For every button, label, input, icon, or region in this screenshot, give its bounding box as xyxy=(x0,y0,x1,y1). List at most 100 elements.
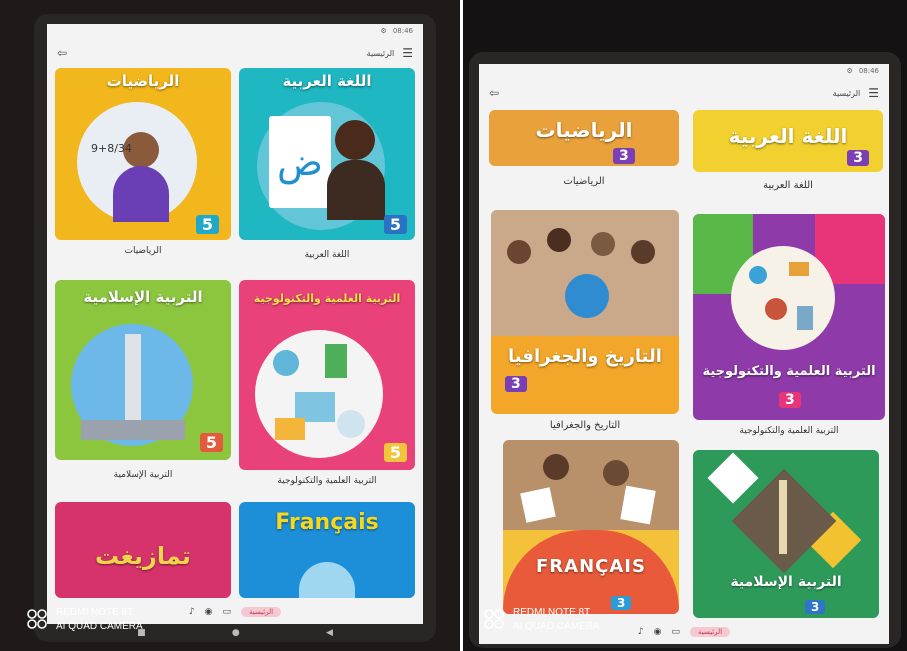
page-title: الرئيسية xyxy=(832,88,861,98)
grade-badge: 5 xyxy=(383,215,407,234)
book-card-arabic[interactable]: اللغة العربية 3 اللغة العربية xyxy=(693,110,883,204)
book-label: التربية العلمية والتكنولوجية xyxy=(277,476,377,486)
watermark-model: REDMI NOTE 8T xyxy=(56,607,134,618)
book-grid: الرياضيات 3 الرياضيات اللغة العربية 3 ال… xyxy=(479,110,889,622)
hamburger-icon[interactable]: ☰ xyxy=(868,86,879,100)
left-photo: ⚙ 08:46 ⇦ الرئيسية ☰ الرياضيات 9+8/34 5 … xyxy=(0,0,460,651)
book-label: التاريخ والجغرافيا xyxy=(549,420,621,431)
nav-home[interactable]: الرئيسية xyxy=(241,607,282,617)
book-label: الرياضيات xyxy=(124,246,162,256)
app-bar: ⇦ الرئيسية ☰ xyxy=(47,38,423,68)
arabic-letter: ض xyxy=(269,116,331,208)
cover-title: اللغة العربية xyxy=(728,124,848,148)
book-label: التربية الإسلامية xyxy=(113,470,173,480)
bell-icon[interactable]: ♪ xyxy=(638,627,644,637)
folder-icon[interactable]: ▭ xyxy=(671,627,680,637)
cover-title: اللغة العربية xyxy=(282,72,372,90)
book-card-french[interactable]: Français xyxy=(239,502,415,598)
book-card-arabic[interactable]: اللغة العربية ض 5 اللغة العربية xyxy=(239,68,415,268)
tablet-frame: ⚙ 08:46 ⇦ الرئيسية ☰ الرياضيات 3 الرياضي… xyxy=(469,52,901,648)
book-cover: اللغة العربية ض 5 xyxy=(239,68,415,240)
cover-illustration: 9+8/34 xyxy=(77,102,197,222)
book-card-tamazight[interactable]: تمازيغت xyxy=(55,502,231,598)
folder-icon[interactable]: ▭ xyxy=(222,607,231,617)
book-grid: الرياضيات 9+8/34 5 الرياضيات اللغة العرب… xyxy=(47,68,423,598)
status-time: 08:46 xyxy=(392,27,413,35)
back-icon[interactable]: ◀ xyxy=(326,628,333,638)
book-label: الرياضيات xyxy=(563,176,605,187)
book-card-math[interactable]: الرياضيات 3 الرياضيات xyxy=(489,110,679,204)
tablet-screen: ⚙ 08:46 ⇦ الرئيسية ☰ الرياضيات 9+8/34 5 … xyxy=(47,24,423,624)
cover-title: التربية العلمية والتكنولوجية xyxy=(253,292,401,305)
tablet-screen: ⚙ 08:46 ⇦ الرئيسية ☰ الرياضيات 3 الرياضي… xyxy=(479,64,889,644)
book-card-science[interactable]: التربية العلمية والتكنولوجية 3 التربية ا… xyxy=(693,214,885,448)
tablet-frame: ⚙ 08:46 ⇦ الرئيسية ☰ الرياضيات 9+8/34 5 … xyxy=(34,14,436,642)
watermark-camera: AI QUAD CAMERA xyxy=(513,621,600,632)
grade-badge: 3 xyxy=(505,376,527,392)
book-cover: التاريخ والجغرافيا 3 xyxy=(491,210,679,414)
book-cover: التربية العلمية والتكنولوجية 5 xyxy=(239,280,415,470)
cover-title: التربية الإسلامية xyxy=(83,288,203,306)
cover-title: Français xyxy=(275,510,379,535)
cover-title: التربية الإسلامية xyxy=(730,574,842,590)
profile-icon[interactable]: ◉ xyxy=(205,607,213,617)
watermark-camera: AI QUAD CAMERA xyxy=(56,621,143,632)
book-card-science[interactable]: التربية العلمية والتكنولوجية 5 التربية ا… xyxy=(239,280,415,490)
grade-badge: 5 xyxy=(383,443,407,462)
profile-icon[interactable]: ◉ xyxy=(654,627,662,637)
status-bar: ⚙ 08:46 xyxy=(47,24,423,38)
grade-badge: 3 xyxy=(613,148,635,164)
grade-badge: 3 xyxy=(805,600,826,614)
cover-illustration: ض xyxy=(257,102,385,230)
cover-title: الرياضيات xyxy=(535,118,633,142)
page-title: الرئيسية xyxy=(366,48,395,58)
right-photo: ⚙ 08:46 ⇦ الرئيسية ☰ الرياضيات 3 الرياضي… xyxy=(463,0,907,651)
status-time: 08:46 xyxy=(858,67,879,75)
grade-badge: 3 xyxy=(611,596,632,610)
book-card-islamic[interactable]: التربية الإسلامية 3 xyxy=(693,450,879,620)
cover-title: تمازيغت xyxy=(95,542,191,570)
camera-logo-icon xyxy=(484,609,504,629)
hamburger-icon[interactable]: ☰ xyxy=(402,46,413,60)
cover-title: FRANÇAIS xyxy=(536,556,646,577)
grade-badge: 5 xyxy=(195,215,219,234)
book-label: اللغة العربية xyxy=(763,180,813,191)
book-card-islamic[interactable]: التربية الإسلامية 5 التربية الإسلامية xyxy=(55,280,231,490)
gear-icon: ⚙ xyxy=(380,27,387,35)
book-cover: التربية العلمية والتكنولوجية 3 xyxy=(693,214,885,420)
camera-logo-icon xyxy=(27,609,47,629)
cover-photo xyxy=(503,440,679,530)
book-cover: Français xyxy=(239,502,415,598)
book-card-french[interactable]: FRANÇAIS 3 xyxy=(503,440,679,620)
book-label: اللغة العربية xyxy=(304,250,350,260)
watermark-model: REDMI NOTE 8T xyxy=(513,607,591,618)
exit-icon[interactable]: ⇦ xyxy=(57,46,67,60)
cover-illustration xyxy=(255,330,383,458)
cover-minaret xyxy=(779,480,787,554)
cover-title: الرياضيات xyxy=(106,72,180,90)
app-bar: ⇦ الرئيسية ☰ xyxy=(479,78,889,108)
grade-badge: 5 xyxy=(199,433,223,452)
book-card-math[interactable]: الرياضيات 9+8/34 5 الرياضيات xyxy=(55,68,231,268)
book-cover: FRANÇAIS 3 xyxy=(503,440,679,614)
cover-title: التربية العلمية والتكنولوجية xyxy=(702,364,876,379)
status-bar: ⚙ 08:46 xyxy=(479,64,889,78)
cover-shape xyxy=(707,452,759,504)
book-cover: اللغة العربية 3 xyxy=(693,110,883,172)
cover-title: التاريخ والجغرافيا xyxy=(508,346,662,367)
bell-icon[interactable]: ♪ xyxy=(189,607,195,617)
book-cover: تمازيغت xyxy=(55,502,231,598)
home-icon[interactable]: ● xyxy=(232,628,240,638)
exit-icon[interactable]: ⇦ xyxy=(489,86,499,100)
book-card-history[interactable]: التاريخ والجغرافيا 3 التاريخ والجغرافيا xyxy=(491,210,679,440)
book-cover: الرياضيات 9+8/34 5 xyxy=(55,68,231,240)
book-cover: الرياضيات 3 xyxy=(489,110,679,166)
nav-home[interactable]: الرئيسية xyxy=(690,627,731,637)
book-label: التربية العلمية والتكنولوجية xyxy=(739,426,839,436)
cover-photo xyxy=(491,210,679,336)
book-cover: التربية الإسلامية 3 xyxy=(693,450,879,618)
cover-illustration xyxy=(731,246,835,350)
book-cover: التربية الإسلامية 5 xyxy=(55,280,231,460)
cover-illustration xyxy=(71,324,193,446)
gear-icon: ⚙ xyxy=(846,67,853,75)
